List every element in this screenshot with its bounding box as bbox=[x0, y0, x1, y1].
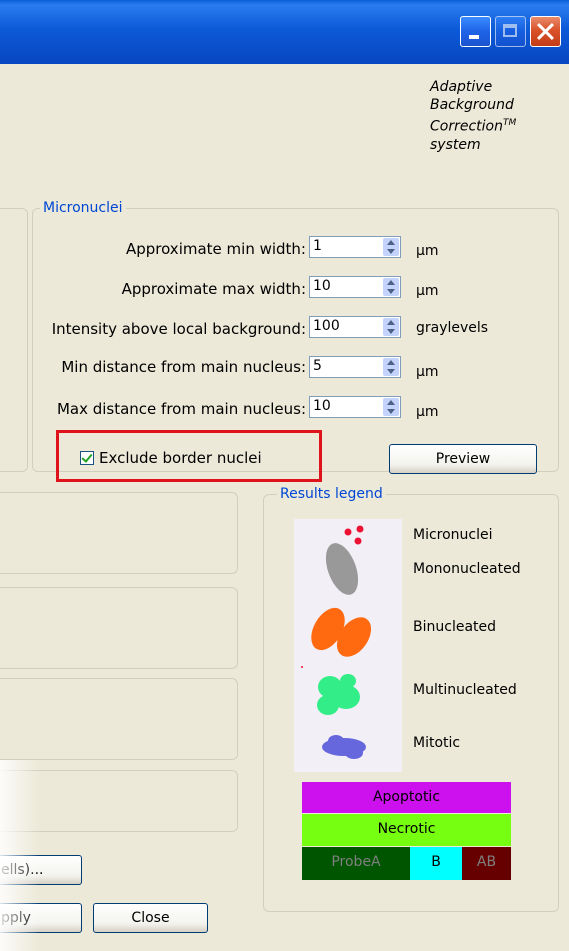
necrotic-bar: Necrotic bbox=[302, 814, 511, 846]
multinucleated-cell-part bbox=[317, 695, 339, 715]
legend-micronuclei: Micronuclei bbox=[413, 527, 493, 543]
micronuclei-group-title: Micronuclei bbox=[40, 200, 126, 216]
spinner-arrows-icon[interactable] bbox=[383, 238, 399, 256]
minimize-button[interactable] bbox=[460, 16, 491, 47]
legend-image-area bbox=[294, 519, 402, 772]
min-width-label: Approximate min width: bbox=[125, 240, 306, 258]
mononucleated-cell-icon bbox=[325, 543, 359, 595]
micronucleus-dot-icon bbox=[354, 537, 362, 545]
exclude-border-checkbox[interactable] bbox=[80, 451, 94, 465]
legend-multinucleated: Multinucleated bbox=[413, 682, 517, 698]
max-distance-spinner[interactable]: 10 bbox=[309, 396, 401, 418]
apoptotic-bar: Apoptotic bbox=[302, 782, 511, 813]
max-distance-label: Max distance from main nucleus: bbox=[56, 400, 306, 418]
results-legend-title: Results legend bbox=[277, 486, 386, 502]
intensity-value[interactable]: 100 bbox=[313, 318, 340, 334]
max-width-unit: µm bbox=[416, 283, 439, 299]
intensity-unit: graylevels bbox=[416, 320, 489, 336]
min-width-unit: µm bbox=[416, 243, 439, 259]
max-width-label: Approximate max width: bbox=[121, 280, 306, 298]
mitotic-cell-part bbox=[328, 735, 344, 747]
ab-cell: AB bbox=[462, 847, 511, 880]
max-distance-value[interactable]: 10 bbox=[313, 398, 331, 414]
abc-line-2: Background bbox=[430, 97, 514, 113]
stray-dot bbox=[301, 666, 303, 668]
edge-fade bbox=[0, 760, 40, 951]
legend-mononucleated: Mononucleated bbox=[413, 561, 521, 577]
micronucleus-dot-icon bbox=[344, 528, 352, 536]
legend-cells-image bbox=[301, 525, 372, 759]
exclude-border-label[interactable]: Exclude border nuclei bbox=[99, 449, 262, 467]
left-group-box-2 bbox=[0, 587, 238, 669]
min-distance-unit: µm bbox=[416, 364, 439, 380]
preview-button[interactable]: Preview bbox=[389, 444, 537, 474]
min-width-spinner[interactable]: 1 bbox=[309, 236, 401, 258]
min-width-value[interactable]: 1 bbox=[313, 238, 322, 254]
multinucleated-cell-part bbox=[340, 674, 356, 688]
abc-system-label: Adaptive Background CorrectionTM system bbox=[430, 78, 540, 154]
spinner-arrows-icon[interactable] bbox=[383, 318, 399, 336]
max-width-spinner[interactable]: 10 bbox=[309, 276, 401, 298]
min-distance-value[interactable]: 5 bbox=[313, 358, 322, 374]
intensity-label: Intensity above local background: bbox=[51, 320, 306, 338]
min-distance-label: Min distance from main nucleus: bbox=[61, 358, 306, 376]
trademark-mark: TM bbox=[502, 118, 517, 128]
legend-mitotic: Mitotic bbox=[413, 735, 461, 751]
abc-line-3: Correction bbox=[430, 118, 503, 135]
micronucleus-dot-icon bbox=[356, 525, 364, 533]
left-group-box-3 bbox=[0, 678, 238, 760]
legend-binucleated: Binucleated bbox=[413, 619, 497, 635]
intensity-spinner[interactable]: 100 bbox=[309, 316, 401, 338]
mitotic-cell-part bbox=[345, 747, 363, 759]
close-button[interactable]: Close bbox=[93, 903, 208, 933]
left-group-box-1 bbox=[0, 492, 238, 574]
maximize-button[interactable] bbox=[495, 16, 526, 47]
spinner-arrows-icon[interactable] bbox=[383, 398, 399, 416]
max-distance-unit: µm bbox=[416, 404, 439, 420]
probeA-cell: ProbeA bbox=[302, 847, 410, 880]
spinner-arrows-icon[interactable] bbox=[383, 358, 399, 376]
b-cell: B bbox=[410, 847, 462, 880]
left-partial-group bbox=[0, 208, 28, 472]
spinner-arrows-icon[interactable] bbox=[383, 278, 399, 296]
title-bar bbox=[0, 0, 569, 64]
close-window-button[interactable] bbox=[530, 16, 561, 47]
max-width-value[interactable]: 10 bbox=[313, 278, 331, 294]
abc-line-4: system bbox=[430, 136, 481, 153]
min-distance-spinner[interactable]: 5 bbox=[309, 356, 401, 378]
abc-line-1: Adaptive bbox=[430, 79, 493, 95]
